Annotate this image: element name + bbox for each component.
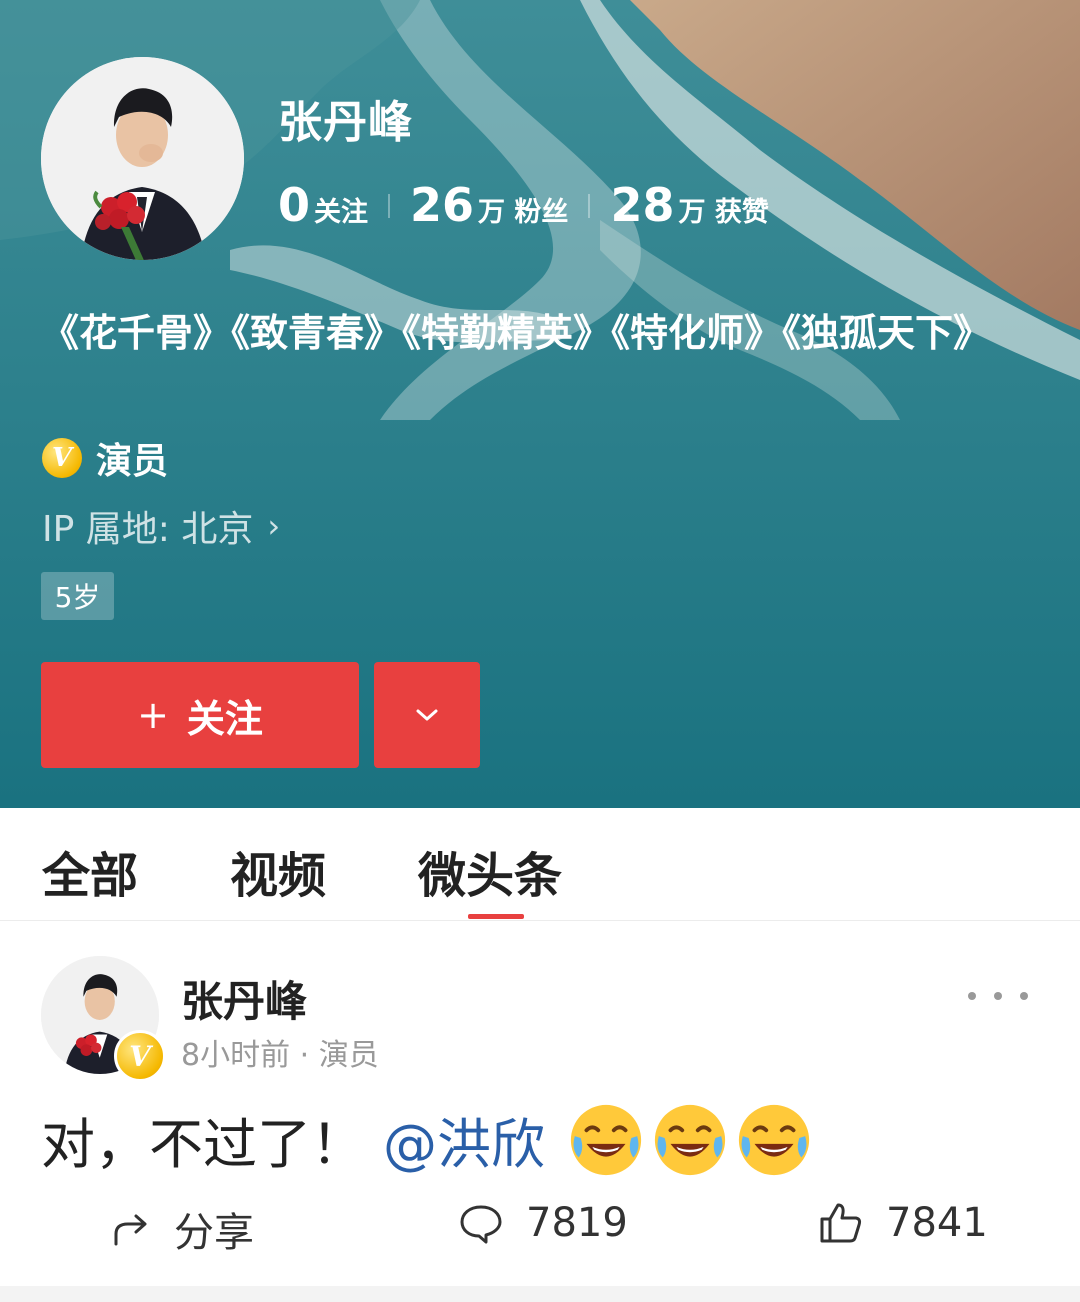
- emoji-row: [567, 1101, 819, 1179]
- post-text: 对，不过了！: [41, 1113, 365, 1176]
- share-label: 分享: [174, 1210, 254, 1256]
- tab-video[interactable]: 视频: [230, 836, 326, 906]
- chevron-right-icon: ›: [267, 507, 281, 545]
- stat-likes[interactable]: 28 万 获赞: [610, 178, 768, 232]
- profile-avatar[interactable]: [41, 57, 244, 260]
- comment-bubble-icon: [460, 1205, 502, 1244]
- laugh-cry-emoji: [570, 1104, 642, 1175]
- followers-label: 万 粉丝: [478, 197, 569, 228]
- dot: [1020, 992, 1028, 1000]
- follow-label: 关注: [186, 696, 263, 741]
- comment-count: 7819: [526, 1200, 628, 1246]
- like-count: 7841: [886, 1200, 988, 1246]
- verification-label: 演员: [96, 441, 169, 482]
- follow-options-button[interactable]: [374, 662, 480, 768]
- plus-icon: +: [137, 693, 169, 737]
- following-label: 关注: [314, 197, 369, 228]
- likes-label: 万 获赞: [678, 197, 769, 228]
- post-author-name[interactable]: 张丹峰: [181, 968, 307, 1029]
- profile-stats: 0 关注 26 万 粉丝 28 万 获赞: [278, 178, 769, 234]
- stat-followers[interactable]: 26 万 粉丝: [410, 178, 568, 232]
- chevron-down-icon: [416, 709, 438, 721]
- profile-bio: 《花千骨》《致青春》《特勤精英》《特化师》《独孤天下》: [41, 311, 992, 355]
- section-divider: [0, 1286, 1080, 1302]
- ip-location-text: IP 属地: 北京: [42, 509, 254, 550]
- stat-following[interactable]: 0 关注: [278, 178, 368, 232]
- post-actions: 分享 7819 7841: [0, 1180, 1080, 1280]
- like-button[interactable]: 7841: [818, 1200, 988, 1246]
- tab-all[interactable]: 全部: [42, 836, 138, 906]
- man-portrait-image: [41, 57, 244, 260]
- following-count: 0: [278, 178, 311, 232]
- active-tab-indicator: [468, 914, 524, 919]
- more-dots-icon[interactable]: [968, 986, 1028, 1006]
- thumbs-up-icon: [820, 1203, 862, 1243]
- verified-badge-icon: V: [114, 1030, 166, 1082]
- followers-count: 26: [410, 178, 475, 232]
- tab-micro-posts[interactable]: 微头条: [418, 836, 562, 906]
- dot: [994, 992, 1002, 1000]
- share-arrow-icon: [114, 1214, 147, 1246]
- laugh-cry-emoji: [654, 1104, 726, 1175]
- dot: [968, 992, 976, 1000]
- profile-header: 张丹峰 0 关注 26 万 粉丝 28 万 获赞 《花千骨》《致青春》《特勤精英…: [0, 0, 1080, 808]
- stat-divider: [388, 194, 391, 218]
- likes-count: 28: [610, 178, 675, 232]
- post-body: 对，不过了！ @洪欣: [41, 1100, 819, 1179]
- comment-button[interactable]: 7819: [458, 1200, 628, 1246]
- post-meta: 8小时前 · 演员: [181, 1038, 379, 1073]
- profile-name: 张丹峰: [278, 97, 413, 148]
- stat-divider: [588, 194, 591, 218]
- verified-badge-icon: V: [42, 438, 82, 478]
- content-tabs: 全部 视频 微头条: [0, 808, 1080, 921]
- verification-row: V 演员: [42, 432, 168, 484]
- mention-link[interactable]: @洪欣: [383, 1100, 545, 1179]
- follow-button[interactable]: + 关注: [41, 662, 359, 768]
- laugh-cry-emoji: [738, 1104, 810, 1175]
- share-button[interactable]: 分享: [110, 1200, 254, 1258]
- account-age-badge: 5岁: [41, 572, 114, 620]
- ip-location-link[interactable]: IP 属地: 北京 ›: [42, 500, 280, 552]
